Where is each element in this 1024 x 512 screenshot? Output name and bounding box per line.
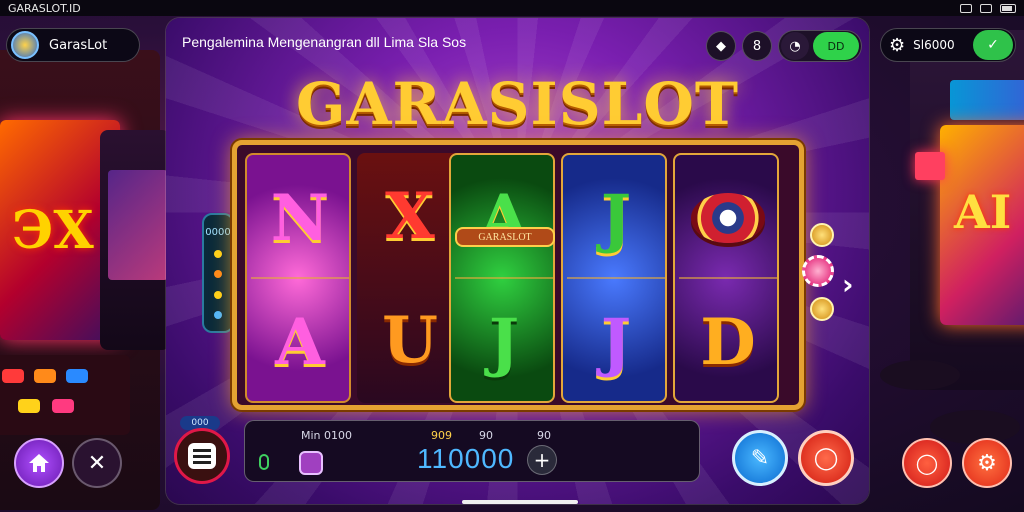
reel-2: X U bbox=[357, 153, 463, 403]
chat-icon: ◯ bbox=[915, 451, 939, 475]
brand-button[interactable]: GarasLot bbox=[6, 28, 140, 62]
close-icon: ✕ bbox=[87, 450, 107, 476]
status-bar: GARASLOT.ID bbox=[0, 0, 1024, 16]
wifi-icon bbox=[960, 3, 972, 13]
chevron-down-icon[interactable]: ✓ bbox=[973, 30, 1013, 60]
reel-4: J J bbox=[561, 153, 667, 403]
marquee-text: Pengalemina Mengenangran dll Lima Sla So… bbox=[182, 34, 467, 50]
reel-symbol: U bbox=[382, 302, 438, 378]
sound-toggle[interactable]: ◔ DD bbox=[778, 30, 862, 62]
toggle-label: DD bbox=[813, 32, 859, 60]
meter-label: 0000 bbox=[205, 227, 231, 239]
reel-1: N A bbox=[245, 153, 351, 403]
chip-icon bbox=[810, 297, 834, 321]
roulette-icon bbox=[691, 193, 765, 243]
stool bbox=[930, 410, 1020, 444]
top-controls: ◆ 8 ◔ DD bbox=[706, 30, 862, 62]
reel-symbol: N bbox=[270, 180, 330, 256]
chip-icon bbox=[802, 255, 834, 287]
meter-dot bbox=[214, 250, 222, 259]
slider-thumb[interactable] bbox=[299, 451, 323, 475]
reel-symbol: D bbox=[700, 304, 756, 380]
home-button[interactable] bbox=[14, 438, 64, 488]
reel-symbol: J bbox=[600, 304, 632, 380]
brand-name: GarasLot bbox=[49, 37, 108, 53]
bet-label-b: 90 bbox=[479, 429, 493, 442]
edit-icon: ✎ bbox=[750, 445, 770, 471]
home-icon bbox=[29, 454, 49, 472]
speaker-icon: ◔ bbox=[781, 32, 809, 60]
chip-icon bbox=[810, 223, 834, 247]
increase-bet-button[interactable]: + bbox=[527, 445, 557, 475]
coin-icon[interactable]: 8 bbox=[742, 31, 772, 61]
bet-label-c: 90 bbox=[537, 429, 551, 442]
settings-button[interactable]: ⚙ bbox=[962, 438, 1012, 488]
brand-logo-icon bbox=[11, 31, 39, 59]
bet-label-a: 909 bbox=[431, 429, 452, 442]
side-meter: 0000 bbox=[202, 213, 234, 333]
list-icon bbox=[188, 443, 216, 469]
meter-dot bbox=[214, 310, 222, 319]
min-bet-label: Min 0100 bbox=[301, 429, 353, 442]
meter-dot bbox=[214, 290, 222, 299]
chat-icon: ◯ bbox=[813, 445, 839, 471]
game-panel: Pengalemina Mengenangran dll Lima Sla So… bbox=[166, 18, 869, 504]
settings-label: Sl6000 bbox=[913, 38, 955, 52]
settings-pill[interactable]: ⚙ Sl6000 ✓ bbox=[880, 28, 1016, 62]
signal-icon bbox=[980, 3, 992, 13]
reel-symbol: J bbox=[600, 180, 632, 256]
bet-panel: Min 0100 909 90 90 110000 + bbox=[244, 420, 700, 482]
game-logo: GARASISLOT bbox=[295, 70, 740, 138]
reel-symbol: X bbox=[385, 178, 435, 254]
arcade-machine-right: AI bbox=[910, 30, 1024, 390]
chat-button[interactable]: ◯ bbox=[798, 430, 854, 486]
reel-banner: GARASLOT bbox=[455, 227, 555, 247]
reel-symbol: A bbox=[275, 304, 325, 380]
reel-5: D bbox=[673, 153, 779, 403]
battery-icon bbox=[1000, 3, 1016, 13]
chat-outer-button[interactable]: ◯ bbox=[902, 438, 952, 488]
game-screen: GARASLOT.ID ЭX AI GarasLot ⚙ Sl6000 ✓ Pe… bbox=[0, 0, 1024, 512]
meter-dot bbox=[214, 270, 222, 279]
gift-icon[interactable]: ◆ bbox=[706, 31, 736, 61]
gear-icon: ⚙ bbox=[977, 450, 997, 476]
reel-frame: N A X U A GARASLOT J J J D bbox=[232, 140, 804, 410]
edit-button[interactable]: ✎ bbox=[732, 430, 788, 486]
gear-icon: ⚙ bbox=[889, 34, 906, 56]
menu-button[interactable] bbox=[174, 428, 230, 484]
neon-sign bbox=[915, 152, 945, 180]
reel-symbol: J bbox=[488, 304, 520, 380]
home-indicator[interactable] bbox=[462, 500, 578, 504]
bet-amount: 110000 bbox=[417, 443, 515, 474]
chevron-right-icon[interactable]: › bbox=[842, 268, 854, 301]
reel-3: A GARASLOT J bbox=[449, 153, 555, 403]
stool bbox=[880, 360, 960, 390]
arcade-machine-back bbox=[100, 130, 170, 350]
bet-slider[interactable] bbox=[259, 451, 329, 475]
status-app-name: GARASLOT.ID bbox=[8, 1, 81, 15]
close-button[interactable]: ✕ bbox=[72, 438, 122, 488]
